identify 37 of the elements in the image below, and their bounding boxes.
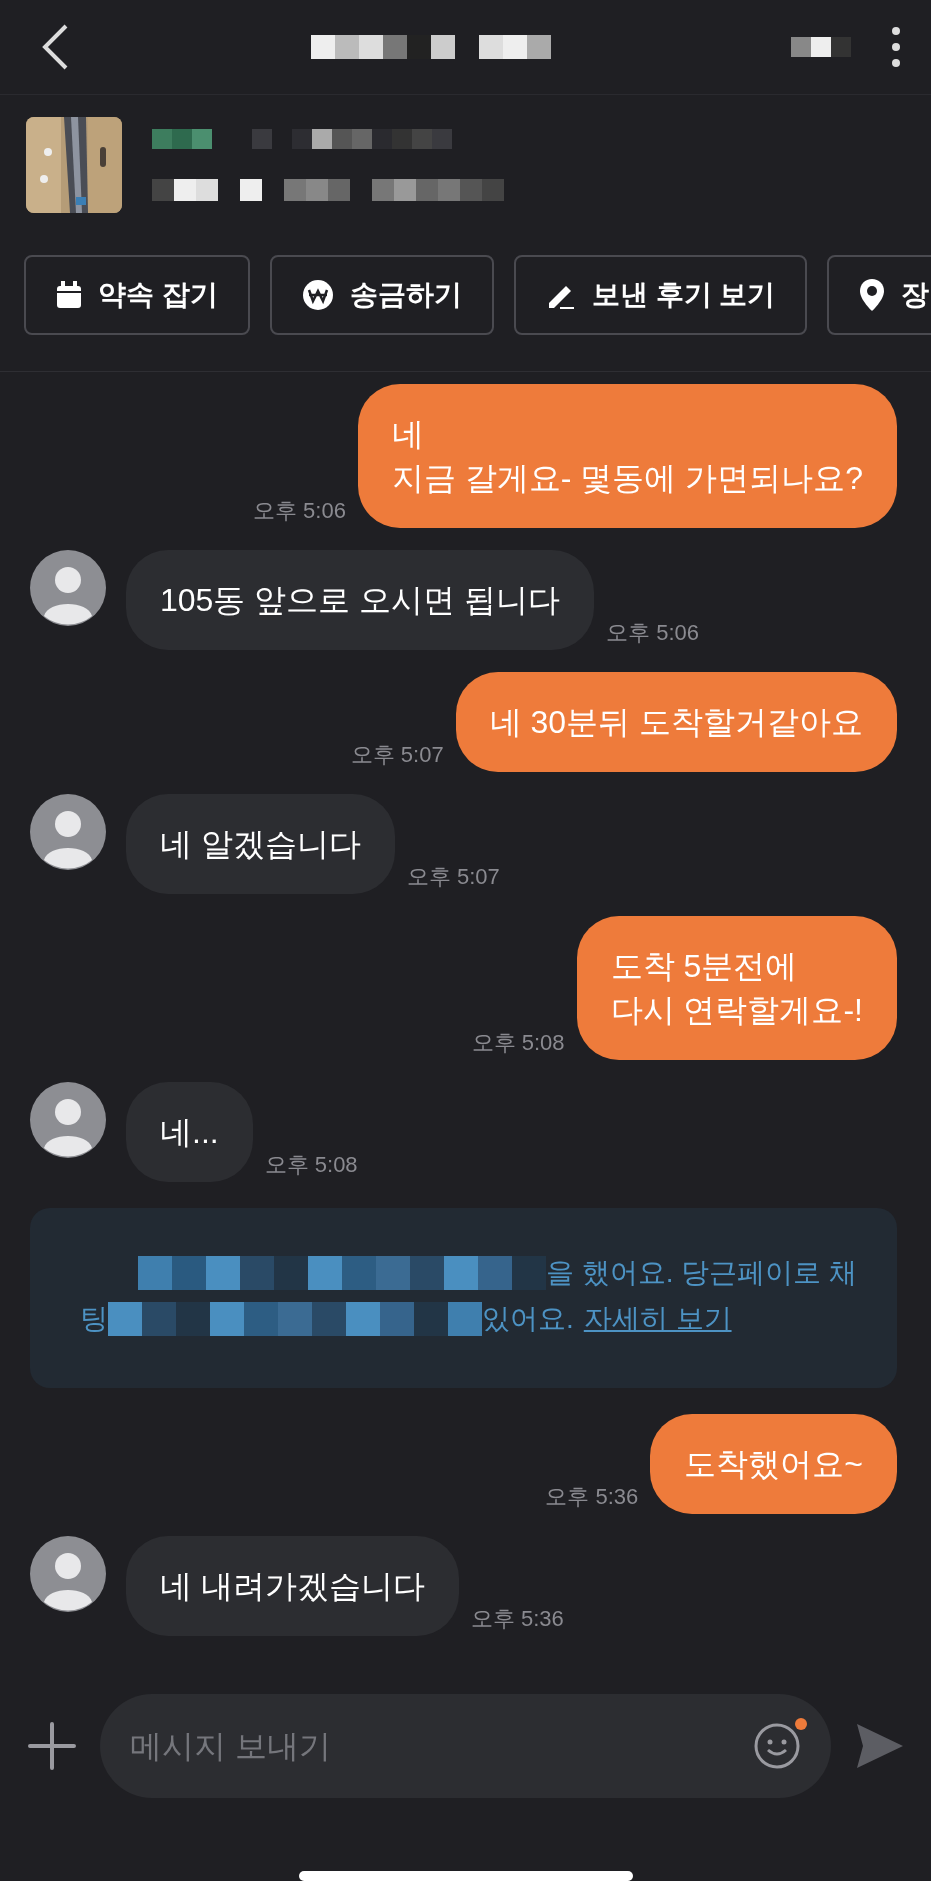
details-link[interactable]: 자세히 보기 <box>583 1300 732 1338</box>
action-button[interactable]: 약속 잡기 <box>24 255 250 335</box>
message-bubble: 네 내려가겠습니다 <box>126 1536 459 1636</box>
action-button[interactable]: 보낸 후기 보기 <box>513 255 808 335</box>
avatar-icon[interactable] <box>30 550 106 626</box>
message-bubble: 네 알겠습니다 <box>126 794 395 894</box>
message-bubble: 네 지금 갈게요- 몇동에 가면되나요? <box>357 384 897 528</box>
message-bubble: 도착 5분전에 다시 연락할게요-! <box>576 916 897 1060</box>
message-time: 오후 5:07 <box>406 863 500 891</box>
message-time: 오후 5:08 <box>264 1151 358 1179</box>
avatar-icon[interactable] <box>30 794 106 870</box>
redacted-mosaic <box>791 37 851 57</box>
avatar-icon[interactable] <box>30 1082 106 1158</box>
back-icon[interactable] <box>40 22 70 72</box>
message-time: 오후 5:36 <box>545 1483 639 1511</box>
more-icon[interactable] <box>891 26 901 68</box>
message-bubble: 도착했어요~ <box>650 1414 897 1514</box>
message-time: 오후 5:36 <box>470 1605 564 1633</box>
calendar-icon <box>56 281 82 309</box>
message-bubble: 네 30분뒤 도착할거같아요 <box>455 672 897 772</box>
action-button[interactable]: 송금하기 <box>269 255 494 335</box>
message-time: 오후 5:06 <box>252 497 346 525</box>
action-button[interactable]: 장 <box>827 255 931 335</box>
avatar-icon[interactable] <box>30 1536 106 1612</box>
pin-icon <box>859 278 886 312</box>
message-time: 오후 5:08 <box>471 1029 565 1057</box>
message-time: 오후 5:07 <box>350 741 444 769</box>
plus-icon[interactable] <box>28 1722 76 1770</box>
notice-text: 을 했어요. 당근페이로 채 <box>545 1256 857 1290</box>
message-time: 오후 5:06 <box>606 619 699 647</box>
won-icon <box>301 279 334 311</box>
notice-text: 있어요. <box>482 1302 574 1336</box>
notice-text: 팅 <box>80 1302 108 1336</box>
send-icon[interactable] <box>855 1722 905 1770</box>
message-bubble: 105동 앞으로 오시면 됩니다 <box>126 550 595 650</box>
emoji-icon[interactable] <box>753 1722 801 1770</box>
message-bubble: 네... <box>126 1082 253 1182</box>
